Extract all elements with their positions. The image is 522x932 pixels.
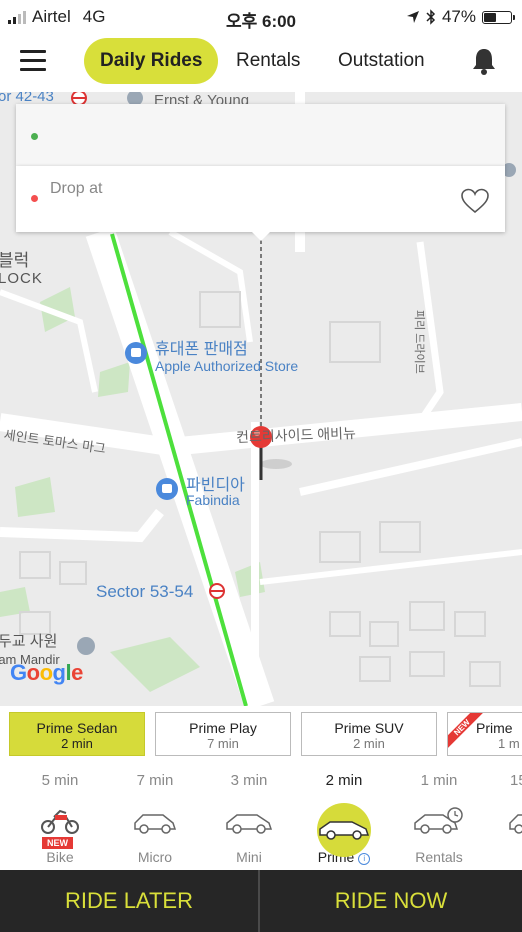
category-name: Prime SUV [334, 720, 404, 736]
vehicle-more[interactable]: 15 [494, 772, 522, 849]
hamburger-menu-icon[interactable] [20, 50, 46, 72]
mini-car-icon [226, 814, 273, 834]
map-label-block-en: LOCK [0, 270, 43, 287]
tab-outstation[interactable]: Outstation [338, 38, 425, 84]
vehicle-prime[interactable]: 2 min Prime i [304, 772, 384, 865]
heart-icon[interactable] [461, 188, 489, 214]
category-eta: 2 min [353, 736, 385, 751]
ride-options-panel: Prime Sedan 2 min Prime Play 7 min Prime… [0, 706, 522, 870]
tab-rentals[interactable]: Rentals [236, 38, 300, 84]
map-label-sector: Sector 53-54 [96, 582, 194, 601]
action-bar: RIDE LATER RIDE NOW [0, 870, 522, 932]
pickup-dot-icon [31, 133, 38, 140]
bell-icon[interactable] [470, 46, 498, 76]
pickup-field[interactable] [16, 104, 505, 166]
vehicle-rentals[interactable]: 1 min Rentals [399, 772, 479, 865]
prime-car-icon [319, 821, 370, 840]
category-eta: 1 m [498, 736, 520, 751]
map-label-temple-kr: 두교 사원 [0, 633, 58, 650]
drop-dot-icon [31, 195, 38, 202]
battery-percent: 47% [441, 7, 476, 26]
category-name: Prime [476, 720, 513, 736]
map-label-store-en: Apple Authorized Store [155, 358, 299, 374]
vehicle-eta: 2 min [325, 772, 363, 789]
drop-card-pointer [252, 232, 270, 241]
map-label-fabindia-en: Fabindia [186, 492, 240, 508]
location-arrow-icon [406, 11, 419, 23]
bluetooth-icon [426, 9, 436, 25]
vehicle-label: Mini [236, 849, 262, 865]
category-name: Prime Sedan [36, 720, 118, 736]
vehicle-eta: 1 min [420, 772, 458, 789]
vehicle-label: Rentals [415, 849, 463, 865]
google-logo: Google [10, 660, 83, 685]
fabindia-pin-icon[interactable] [156, 478, 178, 500]
category-eta: 7 min [207, 736, 239, 751]
store-pin-icon[interactable] [125, 342, 147, 364]
status-bar: Airtel 4G 오후 6:00 47% [0, 0, 522, 34]
vehicle-mini[interactable]: 3 min Mini [209, 772, 289, 865]
micro-car-icon [134, 814, 177, 834]
drop-placeholder: Drop at [50, 180, 103, 197]
battery-icon [482, 10, 515, 24]
map-label-store-kr: 휴대폰 판매점 [155, 341, 248, 358]
category-prime-new[interactable]: NEW Prime 1 m [447, 712, 522, 756]
map-label-side-road: 피리 드라이브 [413, 310, 425, 374]
car-icon [509, 814, 522, 834]
vehicle-label: Micro [137, 849, 173, 865]
vehicle-eta: 3 min [230, 772, 268, 789]
vehicle-label: Bike [46, 849, 74, 865]
category-prime-suv[interactable]: Prime SUV 2 min [301, 712, 437, 756]
category-name: Prime Play [189, 720, 257, 736]
vehicle-eta: 5 min [41, 772, 79, 789]
info-icon[interactable]: i [358, 853, 371, 865]
new-badge: NEW [42, 837, 73, 849]
category-prime-play[interactable]: Prime Play 7 min [155, 712, 291, 756]
top-navigation: Daily Rides Rentals Outstation [0, 34, 522, 92]
map-label-road-right: 컨트리사이드 애비뉴 [235, 424, 357, 446]
vehicle-micro[interactable]: 7 min Micro [115, 772, 195, 865]
map-label-block-kr: 블럭 [0, 251, 30, 270]
ride-later-button[interactable]: RIDE LATER [0, 870, 258, 932]
category-prime-sedan[interactable]: Prime Sedan 2 min [9, 712, 145, 756]
vehicle-eta: 7 min [136, 772, 174, 789]
category-eta: 2 min [61, 736, 93, 751]
tab-daily-rides[interactable]: Daily Rides [84, 38, 219, 84]
vehicle-eta: 15 [510, 772, 522, 789]
drop-field[interactable]: Drop at [16, 166, 505, 232]
rentals-car-icon [414, 807, 463, 834]
ride-now-button[interactable]: RIDE NOW [260, 870, 522, 932]
bike-icon [41, 809, 79, 834]
vehicle-bike[interactable]: 5 min NEW Bike [20, 772, 100, 865]
